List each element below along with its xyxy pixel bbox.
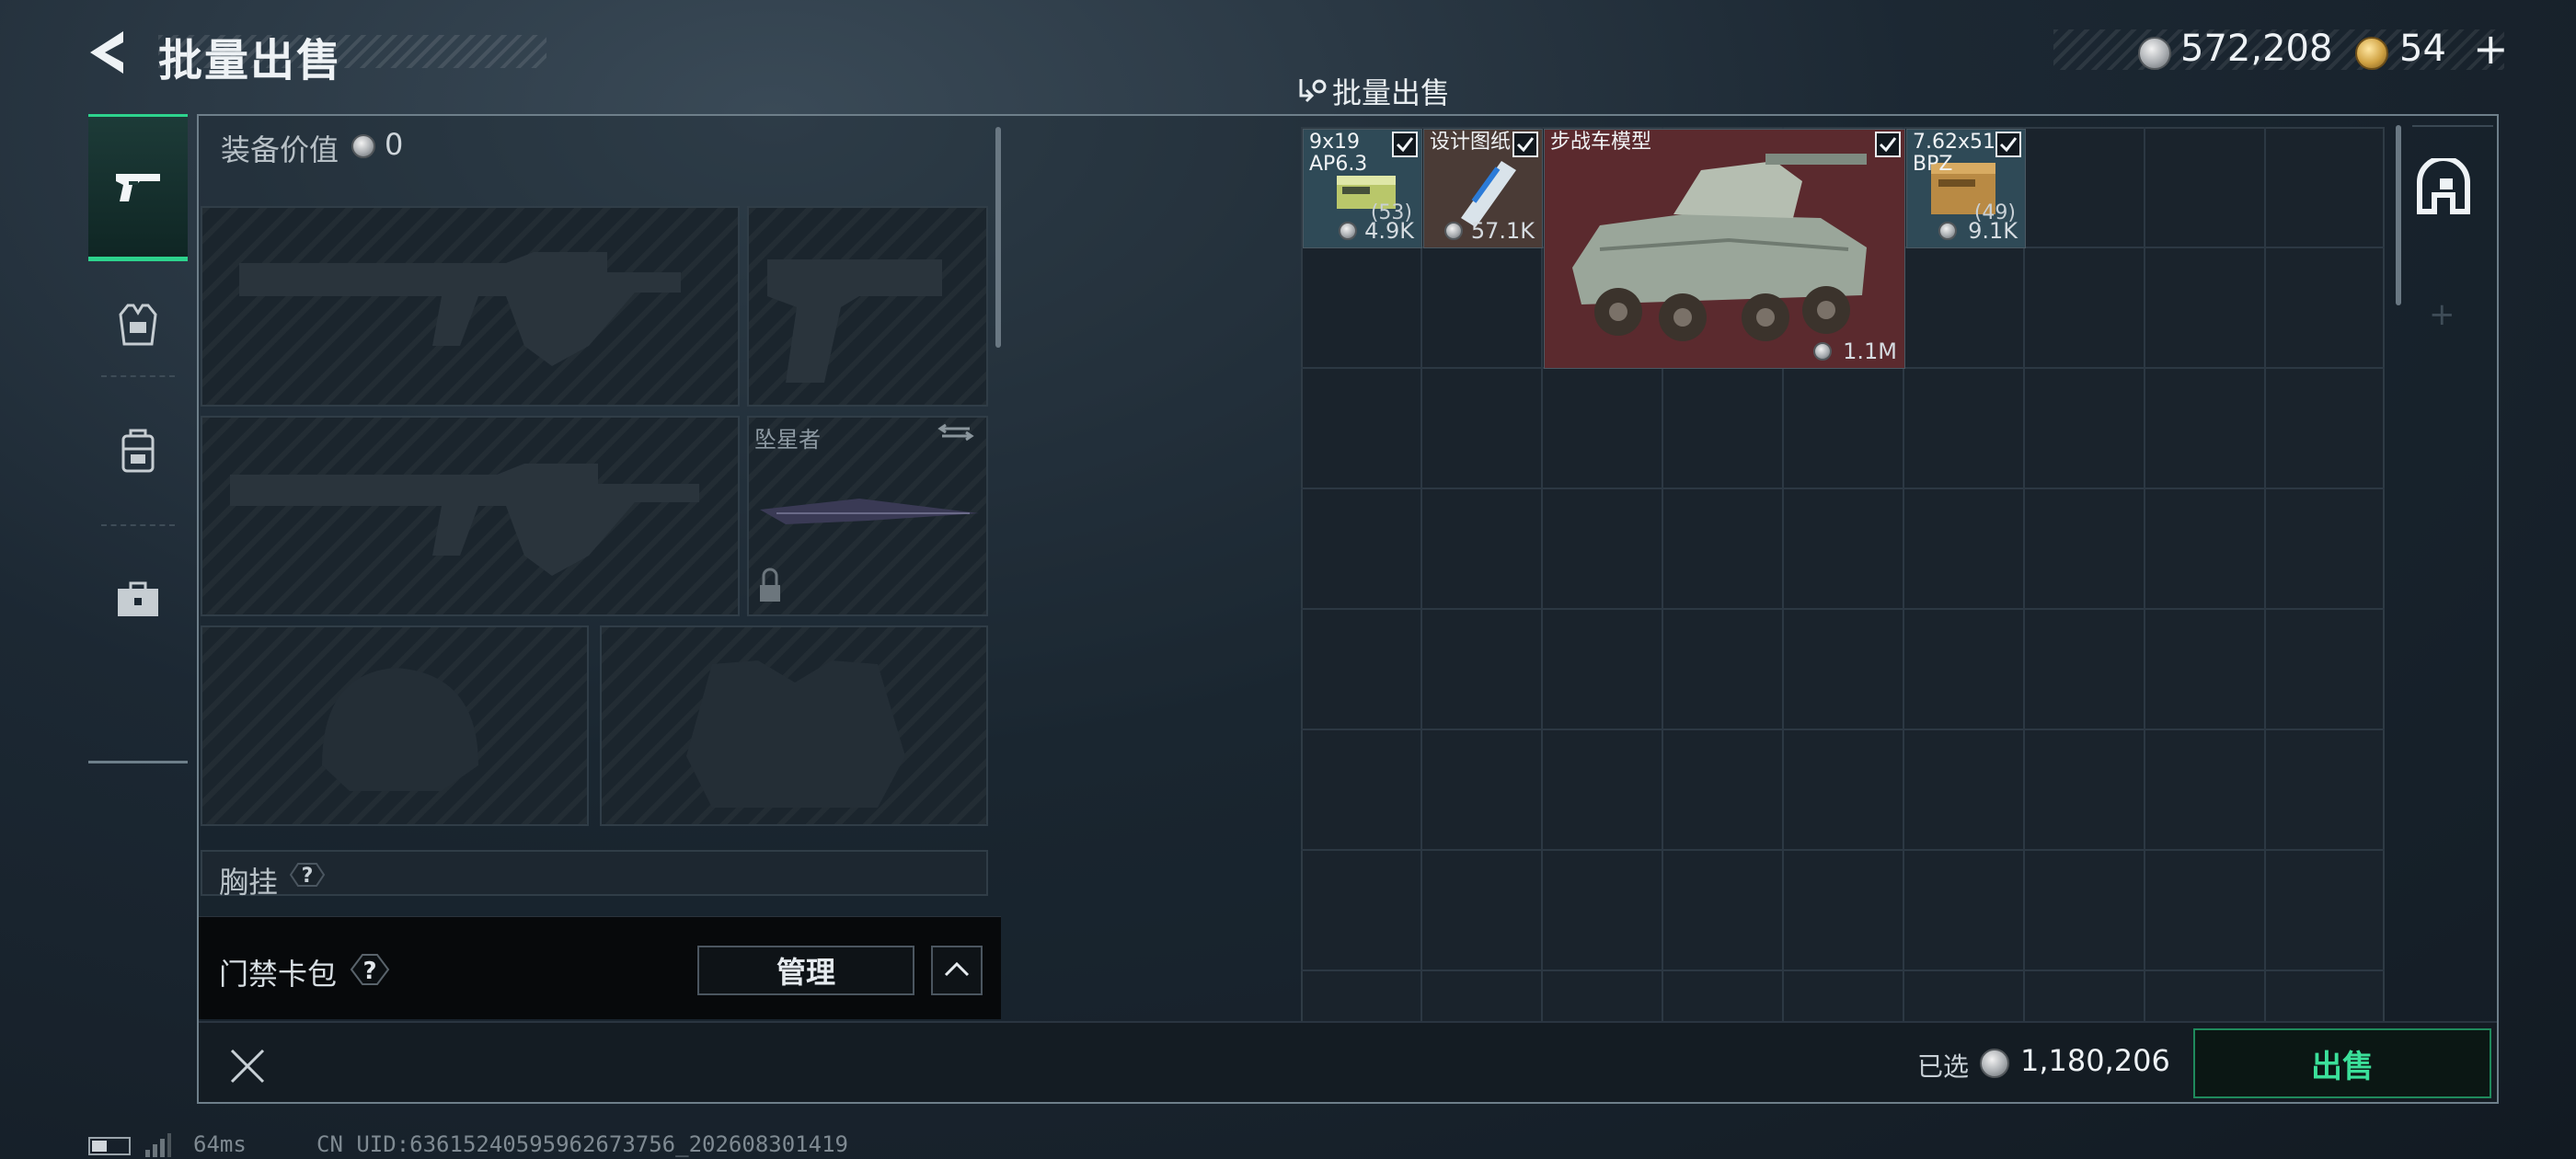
primary-weapon-slot-1[interactable] — [201, 206, 740, 407]
check-icon — [1879, 137, 1897, 153]
equipment-value-label: 装备价值 — [221, 132, 339, 167]
silver-coin-icon — [1938, 222, 1957, 240]
helmet-silhouette-icon — [322, 668, 478, 791]
nav-container[interactable] — [88, 526, 188, 673]
player-uid: CN UID:6361524059596267375​6_20260830141… — [316, 1131, 848, 1157]
item-price: 9.1K — [1968, 218, 2018, 244]
nav-backpack[interactable] — [88, 377, 188, 524]
item-name: 设计图纸 — [1430, 131, 1512, 154]
check-icon — [1396, 137, 1414, 153]
item-price: 1.1M — [1843, 339, 1897, 364]
armor-vest-icon — [119, 304, 157, 346]
rifle-silhouette-icon — [239, 252, 681, 366]
add-slot-icon[interactable]: + — [2429, 296, 2455, 333]
grid-item-blueprint[interactable]: 设计图纸 57.1K — [1423, 129, 1543, 248]
nav-weapons[interactable] — [88, 114, 188, 261]
section-title: 批量出售 — [1332, 70, 1450, 112]
section-title-text: 批量出售 — [1332, 75, 1451, 110]
equipment-scrollbar[interactable] — [995, 127, 1001, 348]
help-mark: ? — [302, 865, 314, 888]
equipment-value: 0 — [385, 127, 404, 162]
knife-icon — [760, 423, 979, 602]
armor-slot[interactable] — [600, 625, 988, 826]
selected-total: 1,180,206 — [2020, 1043, 2170, 1078]
silver-coin-icon — [351, 134, 375, 158]
safe-box-icon[interactable] — [2414, 158, 2473, 217]
sell-button[interactable]: 出售 — [2193, 1028, 2491, 1098]
pistol-silhouette-icon — [767, 259, 942, 383]
item-price: 4.9K — [1364, 218, 1414, 244]
check-icon — [1999, 137, 2018, 153]
helmet-slot[interactable] — [201, 625, 589, 826]
item-price: 57.1K — [1470, 218, 1535, 244]
category-nav — [88, 114, 188, 763]
grid-item-ifv-model[interactable]: 步战车模型 1.1M — [1544, 129, 1905, 369]
bulk-sell-icon — [1299, 79, 1327, 103]
keycard-case-label: 门禁卡包 — [219, 957, 338, 992]
item-select-checkbox[interactable] — [1995, 132, 2021, 157]
item-name: 步战车模型 — [1550, 131, 1652, 154]
side-tools — [2412, 125, 2493, 916]
chest-rig-label: 胸挂 — [219, 865, 279, 900]
back-arrow-icon[interactable] — [85, 28, 140, 77]
manage-button[interactable]: 管理 — [697, 946, 914, 995]
item-select-checkbox[interactable] — [1392, 132, 1418, 157]
item-name: 9x19 AP6.3 — [1309, 131, 1368, 176]
silver-balance: 572,208 — [2180, 28, 2333, 70]
rifle-silhouette-icon — [230, 464, 699, 576]
silver-coin-icon — [2138, 37, 2171, 70]
ping-readout: 64ms — [193, 1131, 247, 1157]
grid-item-9x19-ammo[interactable]: 9x19 AP6.3 (53) 4.9K — [1303, 129, 1422, 248]
silver-coin-icon — [1980, 1049, 2009, 1078]
check-icon — [1516, 137, 1535, 153]
gold-balance: 54 — [2399, 28, 2446, 70]
help-icon[interactable]: ? — [287, 861, 328, 889]
pistol-icon — [116, 174, 160, 201]
toolbox-icon — [118, 581, 158, 616]
chevron-up-icon — [944, 961, 970, 977]
backpack-icon — [121, 429, 155, 473]
item-select-checkbox[interactable] — [1512, 132, 1538, 157]
selected-label: 已选 — [1917, 1051, 1970, 1082]
gold-coin-icon — [2355, 37, 2388, 70]
silver-coin-icon — [1813, 342, 1832, 361]
primary-weapon-slot-2[interactable] — [201, 416, 740, 616]
silver-coin-icon — [1444, 222, 1463, 240]
item-name: 7.62x51 BPZ — [1913, 131, 1995, 176]
grid-scrollbar[interactable] — [2396, 125, 2401, 305]
melee-slot[interactable]: 坠星者 — [747, 416, 988, 616]
collapse-button[interactable] — [931, 946, 983, 995]
armored-vehicle-icon — [1572, 154, 1867, 341]
vest-silhouette-icon — [686, 660, 905, 808]
battery-icon — [88, 1137, 131, 1155]
nav-armor[interactable] — [88, 274, 188, 375]
grid-item-7-62x51-ammo[interactable]: 7.62x51 BPZ (49) 9.1K — [1906, 129, 2026, 248]
add-currency-button[interactable]: + — [2473, 24, 2509, 74]
page-title: 批量出售 — [158, 35, 343, 86]
help-mark: ? — [362, 958, 376, 985]
item-select-checkbox[interactable] — [1875, 132, 1901, 157]
help-icon[interactable]: ? — [346, 951, 394, 988]
close-icon[interactable] — [226, 1045, 269, 1087]
silver-coin-icon — [1339, 222, 1357, 240]
sidearm-slot[interactable] — [747, 206, 988, 407]
signal-icon — [145, 1133, 171, 1157]
